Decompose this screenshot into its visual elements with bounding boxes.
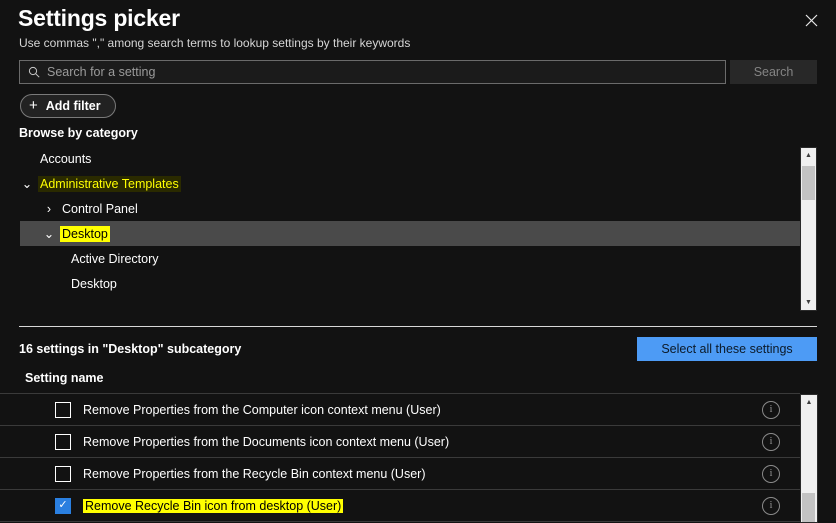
info-icon[interactable]: i (762, 464, 780, 483)
row-checkbox[interactable]: ✓ (55, 497, 71, 514)
setting-name: Remove Properties from the Documents ico… (83, 434, 450, 449)
category-tree-viewport: Accounts ⌄ Administrative Templates › Co… (0, 146, 800, 312)
setting-name: Remove Recycle Bin icon from desktop (Us… (83, 498, 762, 513)
tree-item-label: Administrative Templates (38, 175, 181, 192)
search-icon (28, 66, 40, 78)
table-row[interactable]: Remove Properties from the Documents ico… (0, 425, 800, 457)
tree-item-label: Accounts (40, 151, 92, 166)
scroll-down-icon[interactable]: ▼ (801, 295, 816, 310)
category-tree: Accounts ⌄ Administrative Templates › Co… (0, 146, 836, 312)
column-header-setting-name: Setting name (25, 371, 104, 385)
setting-name-highlight: Remove Recycle Bin icon from desktop (Us… (83, 498, 344, 513)
search-input[interactable] (47, 65, 717, 79)
row-checkbox[interactable] (55, 401, 71, 418)
plus-icon: + (29, 97, 38, 114)
settings-list: Remove Properties from the Computer icon… (0, 393, 836, 523)
add-filter-button[interactable]: + Add filter (20, 94, 116, 118)
table-row[interactable]: ✓ Remove Recycle Bin icon from desktop (… (0, 489, 800, 521)
scrollbar-thumb[interactable] (802, 166, 815, 200)
tree-item-label: Control Panel (62, 201, 138, 216)
table-row[interactable]: Remove Properties from the Recycle Bin c… (0, 457, 800, 489)
tree-item-accounts[interactable]: Accounts (0, 146, 800, 171)
dialog-subtitle: Use commas "," among search terms to loo… (19, 36, 411, 50)
chevron-right-icon[interactable]: › (38, 202, 60, 216)
row-checkbox[interactable] (55, 433, 71, 450)
add-filter-label: Add filter (45, 99, 101, 113)
row-checkbox[interactable] (55, 465, 71, 482)
table-row[interactable]: Remove Properties from the Computer icon… (0, 393, 800, 425)
check-icon: ✓ (58, 498, 68, 511)
search-box[interactable] (19, 60, 726, 84)
scroll-up-icon[interactable]: ▲ (801, 395, 817, 410)
chevron-down-icon[interactable]: ⌄ (38, 226, 60, 241)
scrollbar-thumb[interactable] (802, 493, 815, 522)
tree-item-administrative-templates[interactable]: ⌄ Administrative Templates (0, 171, 800, 196)
info-icon[interactable]: i (762, 432, 780, 451)
select-all-settings-button[interactable]: Select all these settings (637, 337, 817, 361)
setting-name: Remove Properties from the Recycle Bin c… (83, 466, 426, 481)
tree-item-label: Desktop (71, 276, 117, 291)
info-icon[interactable]: i (762, 400, 780, 419)
tree-item-control-panel[interactable]: › Control Panel (0, 196, 800, 221)
search-button[interactable]: Search (730, 60, 817, 84)
settings-list-viewport: Remove Properties from the Computer icon… (0, 393, 800, 523)
tree-item-active-directory[interactable]: Active Directory (0, 246, 800, 271)
browse-by-category-heading: Browse by category (19, 126, 138, 140)
scroll-up-icon[interactable]: ▲ (801, 148, 816, 163)
info-icon[interactable]: i (762, 496, 780, 515)
tree-item-label: Active Directory (71, 251, 159, 266)
section-divider (19, 326, 817, 327)
page-title: Settings picker (18, 5, 180, 31)
tree-item-desktop[interactable]: ⌄ Desktop (20, 221, 800, 246)
setting-name: Remove Properties from the Computer icon… (83, 402, 441, 417)
chevron-down-icon[interactable]: ⌄ (16, 176, 38, 191)
settings-picker-dialog: Settings picker Use commas "," among sea… (0, 0, 836, 523)
tree-item-label: Desktop (60, 225, 110, 242)
close-icon[interactable] (794, 5, 828, 35)
category-tree-scrollbar[interactable]: ▲ ▼ (800, 147, 817, 311)
result-count-label: 16 settings in "Desktop" subcategory (19, 342, 242, 356)
close-glyph (805, 14, 817, 26)
tree-item-desktop-child[interactable]: Desktop (0, 271, 800, 296)
settings-list-scrollbar[interactable]: ▲ (800, 394, 818, 523)
